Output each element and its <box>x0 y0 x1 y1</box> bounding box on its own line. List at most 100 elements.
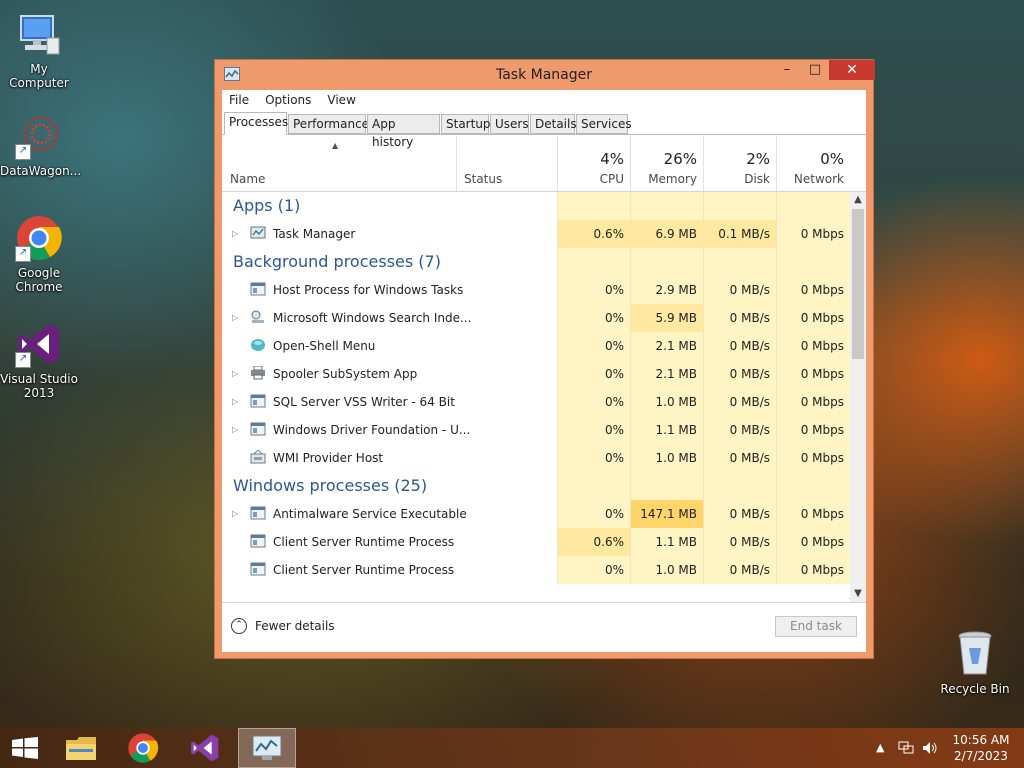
process-row[interactable]: Client Server Runtime Process 0% 1.0 MB 0 M… <box>222 556 850 584</box>
process-memory: 1.0 MB <box>630 444 703 472</box>
process-row[interactable]: Open-Shell Menu 0% 2.1 MB 0 MB/s 0 Mbps <box>222 332 850 360</box>
desktop-icon-label: My Computer <box>9 62 69 90</box>
group-header-fill <box>630 472 703 500</box>
group-header-windows[interactable]: Windows processes (25) <box>222 472 850 500</box>
clock-date: 2/7/2023 <box>954 749 1008 763</box>
clock[interactable]: 10:56 AM 2/7/2023 <box>946 732 1016 764</box>
process-memory: 1.1 MB <box>630 416 703 444</box>
process-row[interactable]: WMI Provider Host 0% 1.0 MB 0 MB/s 0 Mbps <box>222 444 850 472</box>
desktop-icon-visual-studio[interactable]: ↗ Visual Studio 2013 <box>0 320 78 400</box>
chrome-icon <box>127 732 159 767</box>
column-memory[interactable]: 26% Memory <box>630 136 703 191</box>
group-header-fill <box>776 472 850 500</box>
tab-app-history[interactable]: App history <box>367 114 440 149</box>
process-disk: 0 MB/s <box>703 360 776 388</box>
desktop-icon-datawagon[interactable]: ↗ DataWagon... <box>0 112 81 178</box>
column-name[interactable]: ▲ Name <box>222 136 456 191</box>
process-list: Apps (1) ▷ Task Manager 0.6% 6.9 MB 0.1 MB/s 0… <box>222 192 850 602</box>
process-row[interactable]: Host Process for Windows Tasks 0% 2.9 MB 0 … <box>222 276 850 304</box>
process-disk: 0 MB/s <box>703 304 776 332</box>
taskbar-file-explorer[interactable] <box>56 728 106 768</box>
title-bar[interactable]: Task Manager – □ ✕ <box>215 60 875 90</box>
column-header: ▲ Name Status 4% CPU 26% Memory 2% Disk … <box>222 136 866 192</box>
process-cpu: 0% <box>557 276 630 304</box>
tab-performance[interactable]: Performance <box>288 114 369 134</box>
printer-icon <box>250 365 266 380</box>
network-icon[interactable] <box>898 728 914 768</box>
desktop-icon-recycle-bin[interactable]: Recycle Bin <box>936 630 1014 696</box>
process-row[interactable]: ▷ Microsoft Windows Search Inde... 0% 5.9 M… <box>222 304 850 332</box>
process-network: 0 Mbps <box>776 276 850 304</box>
group-header-fill <box>703 248 776 276</box>
process-row[interactable]: ▷ Task Manager 0.6% 6.9 MB 0.1 MB/s 0 Mbps <box>222 220 850 248</box>
column-network[interactable]: 0% Network <box>776 136 850 191</box>
expand-chevron-icon[interactable]: ▷ <box>232 500 238 528</box>
desktop-icon-google-chrome[interactable]: ↗ Google Chrome <box>0 214 78 294</box>
expand-chevron-icon[interactable]: ▷ <box>232 304 238 332</box>
column-disk[interactable]: 2% Disk <box>703 136 776 191</box>
column-cpu[interactable]: 4% CPU <box>557 136 630 191</box>
process-row[interactable]: ▷ Spooler SubSystem App 0% 2.1 MB 0 MB/s 0 Mb… <box>222 360 850 388</box>
process-network: 0 Mbps <box>776 304 850 332</box>
search-indexer-icon <box>250 310 266 324</box>
process-name: Client Server Runtime Process <box>273 535 455 549</box>
end-task-button[interactable]: End task <box>775 616 857 637</box>
fewer-details-button[interactable]: ⌃ Fewer details <box>231 618 335 634</box>
process-memory: 1.0 MB <box>630 556 703 584</box>
tab-details[interactable]: Details <box>530 114 577 134</box>
taskbar-chrome[interactable] <box>118 728 168 768</box>
tab-services[interactable]: Services <box>576 114 632 134</box>
process-name: Antimalware Service Executable <box>273 507 467 521</box>
volume-icon[interactable] <box>922 728 938 768</box>
tab-users[interactable]: Users <box>490 114 529 134</box>
scroll-up-icon[interactable]: ▲ <box>850 192 866 208</box>
process-row[interactable]: ▷ Antimalware Service Executable 0% 147.1 M… <box>222 500 850 528</box>
process-row[interactable]: ▷ Windows Driver Foundation - U... 0% 1.1 M… <box>222 416 850 444</box>
file-explorer-icon <box>65 734 97 765</box>
group-header-apps[interactable]: Apps (1) <box>222 192 850 220</box>
datawagon-icon: ↗ <box>15 112 63 160</box>
process-disk: 0 MB/s <box>703 500 776 528</box>
menu-options[interactable]: Options <box>257 90 319 110</box>
scroll-thumb[interactable] <box>852 209 864 359</box>
taskbar-visual-studio[interactable] <box>180 728 230 768</box>
menu-view[interactable]: View <box>319 90 363 110</box>
group-header-fill <box>776 248 850 276</box>
process-row[interactable]: ▷ SQL Server VSS Writer - 64 Bit 0% 1.0 MB 0… <box>222 388 850 416</box>
process-row[interactable]: Client Server Runtime Process 0.6% 1.1 MB 0… <box>222 528 850 556</box>
process-memory: 147.1 MB <box>630 500 703 528</box>
desktop-icon-my-computer[interactable]: My Computer <box>0 10 78 90</box>
process-window-icon <box>250 394 266 408</box>
maximize-button[interactable]: □ <box>801 60 829 80</box>
memory-total: 26% <box>663 150 697 168</box>
wmi-provider-icon <box>250 449 266 464</box>
process-name: Client Server Runtime Process <box>273 563 455 577</box>
column-status[interactable]: Status <box>456 136 557 191</box>
computer-icon <box>15 10 63 58</box>
expand-chevron-icon[interactable]: ▷ <box>232 416 238 444</box>
sort-up-icon: ▲ <box>332 141 339 150</box>
network-total: 0% <box>820 150 844 168</box>
show-hidden-icons-icon[interactable]: ▲ <box>876 728 884 768</box>
expand-chevron-icon[interactable]: ▷ <box>232 220 238 248</box>
scroll-down-icon[interactable]: ▼ <box>850 586 866 602</box>
vertical-scrollbar[interactable]: ▲ ▼ <box>850 192 866 602</box>
task-manager-icon <box>250 226 266 240</box>
taskbar-task-manager[interactable] <box>238 728 296 768</box>
group-header-fill <box>557 472 630 500</box>
expand-chevron-icon[interactable]: ▷ <box>232 360 238 388</box>
process-name: Task Manager <box>273 227 356 241</box>
expand-chevron-icon[interactable]: ▷ <box>232 388 238 416</box>
menu-file[interactable]: File <box>222 90 257 110</box>
tab-processes[interactable]: Processes <box>224 112 288 135</box>
group-header-fill <box>557 248 630 276</box>
open-shell-icon <box>250 338 266 352</box>
close-button[interactable]: ✕ <box>829 60 875 80</box>
group-header-background[interactable]: Background processes (7) <box>222 248 850 276</box>
process-network: 0 Mbps <box>776 528 850 556</box>
minimize-button[interactable]: – <box>773 60 801 80</box>
fewer-details-label: Fewer details <box>255 619 335 633</box>
task-manager-window: Task Manager – □ ✕ File Options View Pro… <box>214 59 875 659</box>
start-button[interactable] <box>0 728 50 768</box>
tab-startup[interactable]: Startup <box>441 114 491 134</box>
